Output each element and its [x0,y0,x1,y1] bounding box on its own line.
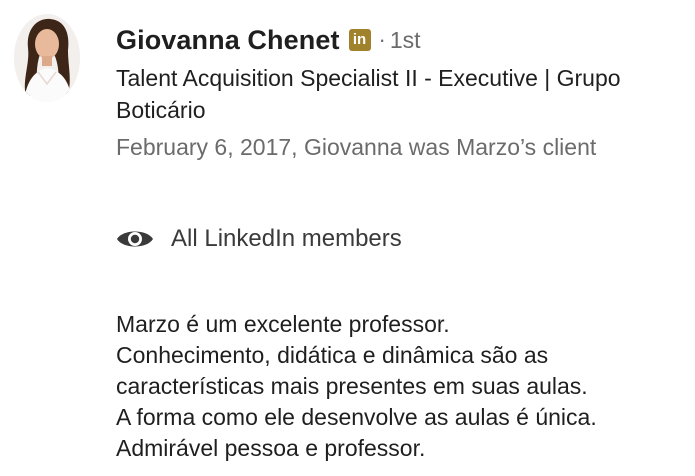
recommendation-text: Marzo é um excelente professor. Conhecim… [116,309,691,464]
avatar[interactable] [14,14,80,102]
recommendation-relationship: February 6, 2017, Giovanna was Marzo’s c… [116,134,597,160]
connection-degree: 1st [389,26,421,53]
recommendation-line: Marzo é um excelente professor. [116,311,450,337]
recommender-name[interactable]: Giovanna Chenet [116,25,340,56]
recommendation-line: características mais presentes em suas a… [116,373,588,399]
recommender-headline: Talent Acquisition Specialist II - Execu… [116,65,621,123]
eye-icon [117,231,153,247]
visibility-label: All LinkedIn members [171,225,402,252]
visibility-setting[interactable]: All LinkedIn members [116,221,402,257]
recommendation-line: Conhecimento, didática e dinâmica são as [116,342,549,368]
profile-photo [14,14,80,102]
recommender-header: Giovanna Chenet in · 1st [116,22,421,58]
degree-separator: · [378,27,386,52]
recommendation-line: Admirável pessoa e professor. [116,435,426,461]
linkedin-premium-icon: in [348,29,371,51]
recommendation-line: A forma como ele desenvolve as aulas é ú… [116,404,597,430]
